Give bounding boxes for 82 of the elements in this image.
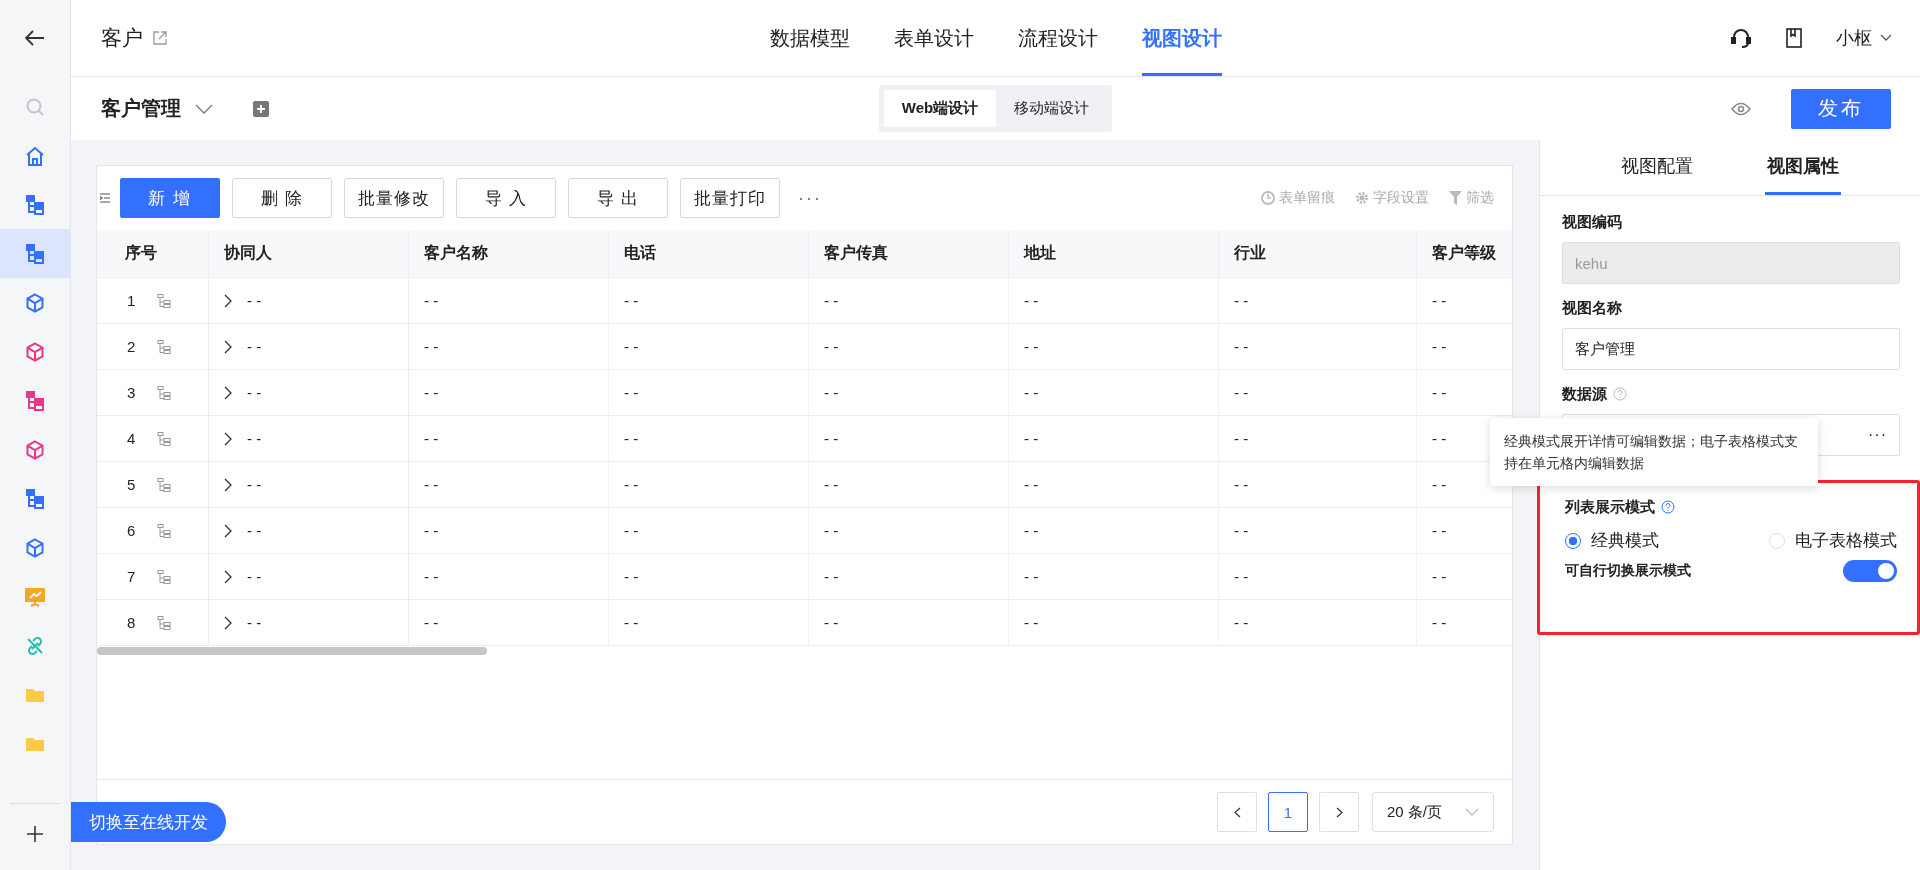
table-cell: - -: [624, 338, 639, 355]
table-cell: - -: [624, 522, 639, 539]
table-cell: - -: [247, 476, 262, 493]
table-cell: - -: [1234, 614, 1249, 631]
tooltip: 经典模式展开详情可编辑数据；电子表格模式支持在单元格内编辑数据: [1490, 418, 1818, 486]
table-cell: - -: [424, 292, 439, 309]
table-cell: - -: [424, 430, 439, 447]
table-cell: - -: [1024, 292, 1039, 309]
row-number: 8: [127, 614, 136, 631]
table-cell: - -: [1024, 430, 1039, 447]
table-cell: - -: [824, 614, 839, 631]
field-label: 视图名称: [1562, 298, 1622, 318]
column-header: 电话: [609, 230, 809, 277]
table-cell: - -: [1024, 476, 1039, 493]
table-cell: - -: [824, 338, 839, 355]
table-cell: - -: [247, 568, 262, 585]
table-cell: - -: [1024, 384, 1039, 401]
table-cell: - -: [247, 292, 262, 309]
table-cell: - -: [1234, 522, 1249, 539]
column-header: 客户名称: [409, 230, 609, 277]
page-title: 客户: [101, 25, 143, 51]
table-cell: - -: [424, 614, 439, 631]
table-cell: - -: [424, 384, 439, 401]
row-number: 6: [127, 522, 136, 539]
table-cell: - -: [1432, 614, 1447, 631]
radio-label: 经典模式: [1591, 530, 1659, 552]
table-cell: - -: [824, 384, 839, 401]
table-cell: - -: [1234, 430, 1249, 447]
column-header: 地址: [1009, 230, 1219, 277]
table-cell: - -: [1024, 522, 1039, 539]
table-cell: - -: [247, 338, 262, 355]
table-cell: - -: [1234, 384, 1249, 401]
column-header: 客户等级: [1431, 243, 1497, 263]
table-cell: - -: [824, 522, 839, 539]
table-cell: - -: [1234, 338, 1249, 355]
column-header: 行业: [1219, 230, 1417, 277]
column-header: 协同人: [209, 230, 409, 277]
table-cell: - -: [424, 476, 439, 493]
row-number: 3: [127, 384, 136, 401]
table-cell: - -: [824, 568, 839, 585]
table-cell: - -: [624, 476, 639, 493]
row-number: 4: [127, 430, 136, 447]
table-cell: - -: [1432, 338, 1447, 355]
table-cell: - -: [424, 338, 439, 355]
table-cell: - -: [1432, 292, 1447, 309]
table-cell: - -: [424, 522, 439, 539]
row-number: 5: [127, 476, 136, 493]
table-cell: - -: [424, 568, 439, 585]
switch-label: 可自行切换展示模式: [1565, 562, 1691, 580]
table-cell: - -: [1432, 568, 1447, 585]
table-cell: - -: [1234, 476, 1249, 493]
table-cell: - -: [624, 430, 639, 447]
section-label: 列表展示模式: [1565, 497, 1655, 517]
table-cell: - -: [1432, 476, 1447, 493]
table-cell: - -: [1024, 614, 1039, 631]
table-cell: - -: [247, 430, 262, 447]
table-cell: - -: [247, 614, 262, 631]
row-number: 7: [127, 568, 136, 585]
table-cell: - -: [1024, 568, 1039, 585]
column-header: 序号: [97, 230, 209, 277]
table-cell: - -: [624, 568, 639, 585]
table-cell: - -: [1234, 568, 1249, 585]
row-number: 2: [127, 338, 136, 355]
table-cell: - -: [1234, 292, 1249, 309]
radio-label: 电子表格模式: [1795, 530, 1897, 552]
table-cell: - -: [624, 614, 639, 631]
table-cell: - -: [247, 522, 262, 539]
table-cell: - -: [824, 430, 839, 447]
table-cell: - -: [824, 476, 839, 493]
table-cell: - -: [1432, 384, 1447, 401]
column-header: 客户传真: [809, 230, 1009, 277]
table-cell: - -: [247, 384, 262, 401]
table-cell: - -: [1432, 522, 1447, 539]
table-cell: - -: [624, 292, 639, 309]
table-cell: - -: [1432, 430, 1447, 447]
table-cell: - -: [824, 292, 839, 309]
row-number: 1: [127, 292, 136, 309]
field-label: 数据源: [1562, 384, 1607, 404]
view-name: 客户管理: [101, 96, 181, 121]
field-label: 视图编码: [1562, 212, 1622, 232]
table-cell: - -: [624, 384, 639, 401]
table-cell: - -: [1024, 338, 1039, 355]
